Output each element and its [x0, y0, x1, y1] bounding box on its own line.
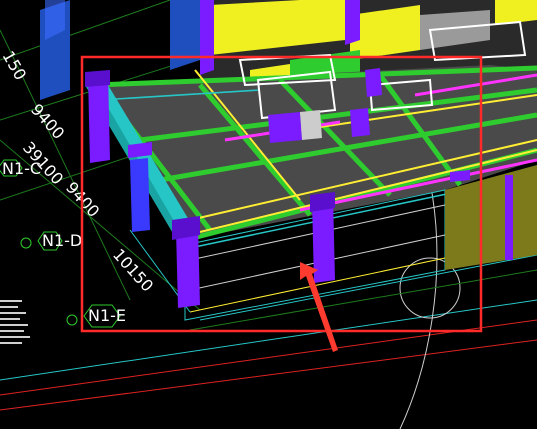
column-c1: [85, 70, 110, 163]
axis-label-c: N1-C: [2, 159, 41, 178]
dim-top: 150: [0, 48, 30, 84]
cad-3d-viewport[interactable]: 150 9400 39100 9400 10150 N1-C N1-D N1-E: [0, 0, 537, 429]
building-model-scene[interactable]: 150 9400 39100 9400 10150 N1-C N1-D N1-E: [0, 0, 537, 429]
dim-9400-a: 9400: [27, 100, 68, 143]
axis-label-d: N1-D: [42, 231, 82, 250]
column-e1: [172, 216, 200, 308]
legend-smudge: [0, 300, 30, 344]
axis-label-e: N1-E: [88, 306, 126, 325]
